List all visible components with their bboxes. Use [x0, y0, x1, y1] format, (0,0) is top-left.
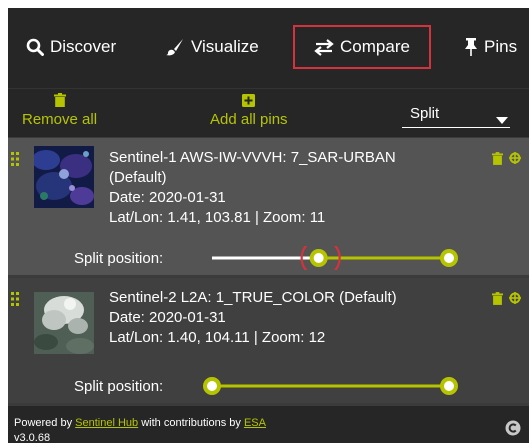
plus-square-icon: [242, 91, 256, 109]
pin-thumbnail: [34, 292, 94, 354]
caret-down-icon: [496, 111, 508, 128]
target-icon[interactable]: [509, 292, 521, 305]
tab-discover-label: Discover: [50, 37, 117, 56]
split-position-slider[interactable]: [8, 374, 529, 398]
contributions-text: with contributions by: [141, 417, 241, 429]
split-start-handle: [309, 249, 328, 267]
pin-title: Sentinel-1 AWS-IW-VVVH: 7_SAR-URBAN: [109, 149, 396, 166]
compare-mode-select[interactable]: Split: [402, 103, 510, 128]
brush-icon: [165, 37, 185, 57]
tab-pins-label: Pins: [484, 37, 518, 56]
tab-bar: Discover Visualize Compare Pins: [8, 8, 529, 88]
tab-pins[interactable]: Pins: [464, 25, 517, 69]
search-icon: [26, 38, 44, 56]
split-position-slider[interactable]: [8, 246, 529, 270]
drag-handle-icon[interactable]: [11, 152, 19, 166]
copyright-icon[interactable]: [505, 420, 521, 439]
pin-actions: [492, 152, 521, 165]
tab-compare-label: Compare: [340, 37, 410, 56]
split-end-handle: [440, 249, 458, 267]
footer-credits: Powered by Sentinel Hub with contributio…: [14, 417, 266, 429]
compare-panel: Discover Visualize Compare Pins Remove a…: [8, 8, 529, 443]
split-start-handle: [203, 377, 221, 395]
tab-visualize-label: Visualize: [191, 37, 259, 56]
tab-compare[interactable]: Compare: [293, 25, 431, 69]
remove-all-label: Remove all: [22, 111, 98, 128]
trash-icon[interactable]: [492, 152, 503, 165]
trash-icon[interactable]: [492, 292, 503, 305]
add-all-pins-label: Add all pins: [210, 111, 288, 128]
trash-icon: [53, 91, 66, 109]
tab-visualize[interactable]: Visualize: [165, 25, 259, 69]
pin-subtitle: (Default): [109, 169, 167, 186]
pin-location: Lat/Lon: 1.41, 103.81 | Zoom: 11: [109, 209, 326, 226]
pin-title: Sentinel-2 L2A: 1_TRUE_COLOR (Default): [109, 289, 397, 306]
remove-all-button[interactable]: Remove all: [22, 91, 97, 128]
esa-link[interactable]: ESA: [244, 417, 266, 429]
version-text: v3.0.68: [14, 432, 51, 443]
compare-mode-value: Split: [410, 105, 440, 122]
footer: Powered by Sentinel Hub with contributio…: [8, 406, 529, 443]
pin-icon: [464, 37, 478, 57]
drag-handle-icon[interactable]: [11, 292, 19, 306]
compare-pin-card: Sentinel-1 AWS-IW-VVVH: 7_SAR-URBAN (Def…: [8, 138, 529, 275]
compare-pin-card: Sentinel-2 L2A: 1_TRUE_COLOR (Default) D…: [8, 278, 529, 403]
powered-by-text: Powered by: [14, 417, 73, 429]
compare-toolbar: Remove all Add all pins Split: [8, 88, 529, 137]
pin-date: Date: 2020-01-31: [109, 189, 226, 206]
pin-info: Sentinel-1 AWS-IW-VVVH: 7_SAR-URBAN (Def…: [109, 148, 396, 228]
pin-thumbnail: [34, 146, 94, 208]
pin-info: Sentinel-2 L2A: 1_TRUE_COLOR (Default) D…: [109, 288, 397, 348]
add-all-pins-button[interactable]: Add all pins: [210, 91, 288, 128]
tab-discover[interactable]: Discover: [26, 25, 116, 69]
pin-actions: [492, 292, 521, 305]
swap-arrows-icon: [314, 38, 334, 56]
pin-location: Lat/Lon: 1.40, 104.11 | Zoom: 12: [109, 329, 326, 346]
target-icon[interactable]: [509, 152, 521, 165]
pin-date: Date: 2020-01-31: [109, 309, 226, 326]
sentinel-hub-link[interactable]: Sentinel Hub: [75, 417, 138, 429]
split-end-handle: [440, 377, 458, 395]
